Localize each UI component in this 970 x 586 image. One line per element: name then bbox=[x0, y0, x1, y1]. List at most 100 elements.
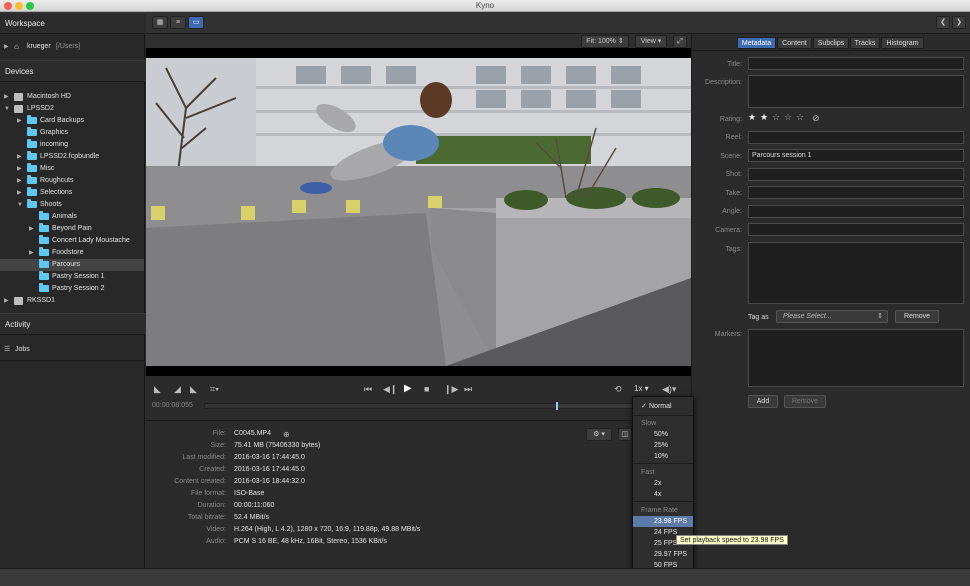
reel-field[interactable] bbox=[748, 131, 964, 144]
action-gear-menu[interactable]: ⚙ ▾ bbox=[586, 428, 612, 441]
shoot-folder-item[interactable]: Pastry Session 1 bbox=[0, 271, 144, 283]
playhead[interactable] bbox=[555, 402, 558, 410]
tab-tracks[interactable]: Tracks bbox=[850, 37, 880, 49]
fit-zoom-select[interactable]: Fit: 100% ⇕ bbox=[581, 35, 629, 48]
shoot-folder-item[interactable]: ▶ Beyond Pain bbox=[0, 223, 144, 235]
speed-option[interactable]: 4x bbox=[633, 489, 693, 500]
player-view-icon[interactable]: ▭ bbox=[188, 16, 204, 29]
step-back-icon[interactable]: ◀❙ bbox=[383, 384, 397, 395]
collapsed-triangle-icon[interactable]: ▶ bbox=[29, 247, 34, 259]
set-in-point-icon[interactable]: ◣ bbox=[154, 384, 161, 395]
play-icon[interactable]: ▶ bbox=[404, 383, 412, 394]
panel-toggle-icon[interactable]: ◫ bbox=[618, 428, 632, 441]
zoom-window-button[interactable] bbox=[26, 2, 34, 10]
device-rkssd1[interactable]: ▶ RKSSD1 bbox=[0, 295, 144, 307]
list-view-icon[interactable]: ≡ bbox=[170, 16, 186, 29]
collapsed-triangle-icon[interactable]: ▶ bbox=[17, 163, 22, 175]
scene-field[interactable]: Parcours session 1 bbox=[748, 149, 964, 162]
shot-field[interactable] bbox=[748, 168, 964, 181]
device-lpssd2[interactable]: ▼ LPSSD2 bbox=[0, 103, 144, 115]
folder-item[interactable]: Graphics bbox=[0, 127, 144, 139]
expanded-triangle-icon[interactable]: ▼ bbox=[17, 199, 23, 211]
device-macintosh-hd[interactable]: ▶ Macintosh HD bbox=[0, 91, 144, 103]
speed-option[interactable]: 23.98 FPS bbox=[633, 516, 693, 527]
tab-histogram[interactable]: Histogram bbox=[881, 37, 924, 49]
back-arrow-icon[interactable]: ❮ bbox=[936, 16, 950, 29]
fullscreen-icon[interactable]: ⤢ bbox=[673, 35, 687, 48]
speed-normal-item[interactable]: ✓ Normal bbox=[633, 401, 693, 412]
speed-option[interactable]: 10% bbox=[633, 451, 693, 462]
star-icon[interactable]: ☆ bbox=[772, 112, 784, 123]
expanded-triangle-icon[interactable]: ▼ bbox=[4, 103, 10, 115]
tab-metadata[interactable]: Metadata bbox=[737, 37, 776, 49]
rating-stars[interactable]: ★ ★ ☆ ☆ ☆ bbox=[748, 112, 808, 124]
reveal-file-icon[interactable]: ⊕ bbox=[283, 430, 290, 439]
shoot-folder-item[interactable]: Pastry Session 2 bbox=[0, 283, 144, 295]
collapsed-triangle-icon[interactable]: ▶ bbox=[17, 151, 22, 163]
folder-item[interactable]: ▶ Roughcuts bbox=[0, 175, 144, 187]
speed-option[interactable]: 25% bbox=[633, 440, 693, 451]
speed-option[interactable]: 50% bbox=[633, 429, 693, 440]
tab-subclips[interactable]: Subclips bbox=[813, 37, 849, 49]
folder-item[interactable]: ▶ Misc bbox=[0, 163, 144, 175]
collapsed-triangle-icon[interactable]: ▶ bbox=[17, 115, 22, 127]
collapsed-triangle-icon[interactable]: ▶ bbox=[17, 187, 22, 199]
info-label: Duration: bbox=[197, 502, 226, 509]
video-frame[interactable] bbox=[146, 48, 691, 376]
devices-header[interactable]: Devices bbox=[0, 60, 145, 82]
close-window-button[interactable] bbox=[4, 2, 12, 10]
timeline-scrubber[interactable] bbox=[204, 402, 634, 410]
take-field[interactable] bbox=[748, 186, 964, 199]
workspace-header[interactable]: Workspace bbox=[0, 12, 145, 34]
collapsed-triangle-icon[interactable]: ▶ bbox=[4, 91, 9, 103]
folder-item[interactable]: ▶ Selections bbox=[0, 187, 144, 199]
stop-icon[interactable]: ■ bbox=[424, 384, 429, 394]
folder-item[interactable]: ▼ Shoots bbox=[0, 199, 144, 211]
folder-item[interactable]: incoming bbox=[0, 139, 144, 151]
forward-arrow-icon[interactable]: ❯ bbox=[952, 16, 966, 29]
step-forward-icon[interactable]: ❙▶ bbox=[444, 384, 458, 395]
remove-marker-button[interactable]: Remove bbox=[784, 395, 826, 408]
tags-field[interactable] bbox=[748, 242, 964, 304]
jobs-item[interactable]: ☰ Jobs bbox=[0, 344, 144, 356]
star-icon[interactable]: ★ bbox=[760, 112, 772, 123]
star-icon[interactable]: ★ bbox=[748, 112, 760, 123]
speed-menu-button[interactable]: 1x ▾ bbox=[634, 384, 649, 393]
mark-in-icon[interactable]: ◢ bbox=[174, 384, 181, 395]
tag-select[interactable]: Please Select... ⇕ bbox=[776, 310, 888, 323]
collapsed-triangle-icon[interactable]: ▶ bbox=[4, 295, 9, 307]
markers-list[interactable] bbox=[748, 329, 964, 387]
volume-icon[interactable]: ◀)▾ bbox=[662, 384, 676, 395]
add-marker-button[interactable]: Add bbox=[748, 395, 778, 408]
remove-tag-button[interactable]: Remove bbox=[895, 310, 939, 323]
grid-view-icon[interactable]: ▦ bbox=[152, 16, 168, 29]
description-field[interactable] bbox=[748, 75, 964, 108]
activity-header[interactable]: Activity bbox=[0, 313, 145, 335]
collapsed-triangle-icon[interactable]: ▶ bbox=[4, 41, 9, 53]
tab-content[interactable]: Content bbox=[777, 37, 812, 49]
folder-item[interactable]: ▶ Card Backups bbox=[0, 115, 144, 127]
speed-option[interactable]: 2x bbox=[633, 478, 693, 489]
folder-item[interactable]: ▶ LPSSD2.fcpbundle bbox=[0, 151, 144, 163]
camera-field[interactable] bbox=[748, 223, 964, 236]
star-icon[interactable]: ☆ bbox=[796, 112, 808, 123]
go-to-start-icon[interactable]: ⏮ bbox=[364, 384, 372, 395]
mark-out-icon[interactable]: ◣ bbox=[190, 384, 197, 395]
speed-option[interactable]: 29.97 FPS bbox=[633, 549, 693, 560]
go-to-end-icon[interactable]: ⏭ bbox=[464, 384, 472, 395]
view-menu-button[interactable]: View ▾ bbox=[635, 35, 667, 48]
star-icon[interactable]: ☆ bbox=[784, 112, 796, 123]
collapsed-triangle-icon[interactable]: ▶ bbox=[29, 223, 34, 235]
shoot-folder-item[interactable]: Concert Lady Moustache bbox=[0, 235, 144, 247]
title-field[interactable] bbox=[748, 57, 964, 70]
loop-icon[interactable]: ⟲ bbox=[614, 384, 622, 395]
shoot-folder-item[interactable]: Animals bbox=[0, 211, 144, 223]
shoot-folder-item[interactable]: ▶ Foodstore bbox=[0, 247, 144, 259]
angle-field[interactable] bbox=[748, 205, 964, 218]
workspace-item[interactable]: ▶ ⌂ krueger [/Users] bbox=[0, 41, 144, 53]
shoot-folder-item[interactable]: Parcours bbox=[0, 259, 144, 271]
minimize-window-button[interactable] bbox=[15, 2, 23, 10]
subclip-menu-icon[interactable]: ⌗▾ bbox=[210, 384, 219, 395]
collapsed-triangle-icon[interactable]: ▶ bbox=[17, 175, 22, 187]
clear-rating-icon[interactable]: ⊘ bbox=[812, 113, 820, 124]
